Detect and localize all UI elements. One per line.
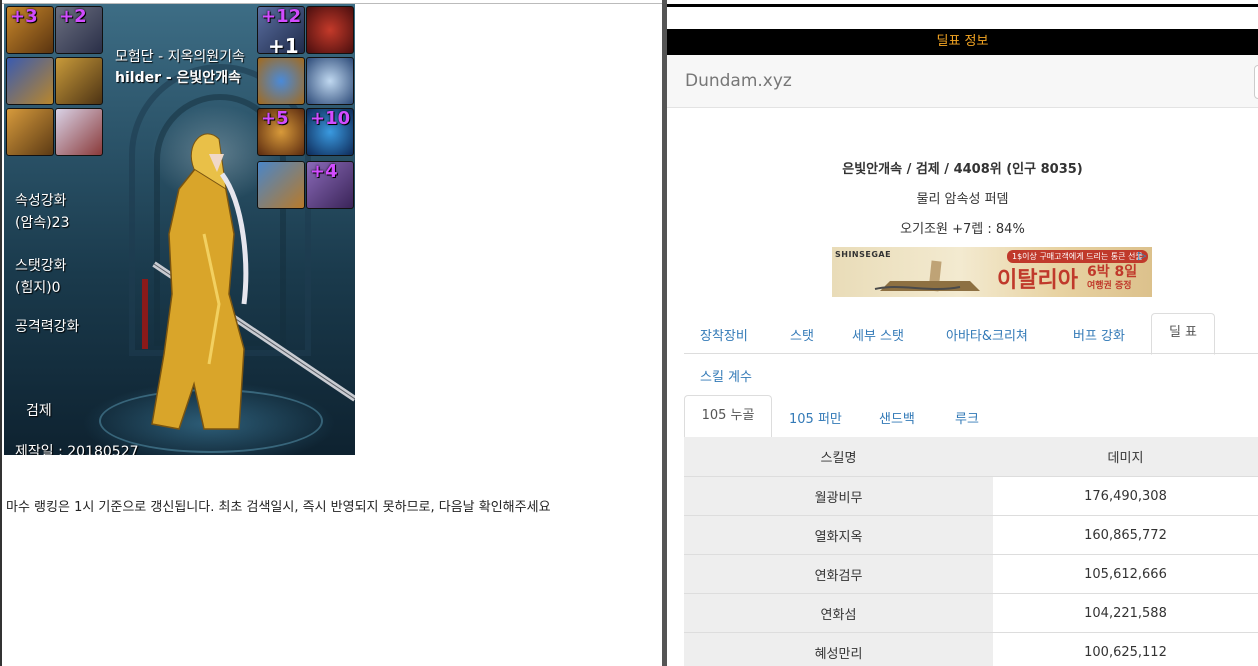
tab-detail-stat[interactable]: 세부 스탯 <box>852 325 904 344</box>
table-row: 혜성만리 100,625,112 <box>684 632 1258 666</box>
character-summary: 은빛안개속 / 검제 / 4408위 (인구 8035) <box>842 162 1083 177</box>
skill-name: 열화지옥 <box>684 515 993 555</box>
ad-brand: SHINSEGAE <box>835 250 892 259</box>
header-title: 딜표 정보 <box>667 29 1258 55</box>
skill-name: 연화섬 <box>684 593 993 633</box>
navbar-toggle-button[interactable] <box>1254 65 1258 99</box>
class-label: 검제 <box>26 403 52 419</box>
navbar: Dundam.xyz <box>667 55 1258 108</box>
ad-landmark-image <box>874 260 980 292</box>
skill-rate: 오기조원 +7렙 : 84% <box>900 222 1025 237</box>
skill-damage: 100,625,112 <box>993 632 1258 666</box>
subtab-sandbag[interactable]: 샌드백 <box>879 408 915 427</box>
guild-line: 모험단 - 지옥의원기속 <box>115 49 245 65</box>
stat-enhance-label: 스탯강화 <box>15 258 67 274</box>
skill-name: 혜성만리 <box>684 632 993 666</box>
table-row: 연화검무 105,612,666 <box>684 554 1258 594</box>
table-row: 월광비무 176,490,308 <box>684 476 1258 516</box>
column-header-skill: 스킬명 <box>684 437 993 477</box>
skill-name: 월광비무 <box>684 476 993 516</box>
tab-skill-coefficient[interactable]: 스킬 계수 <box>700 366 752 385</box>
skill-damage: 176,490,308 <box>993 476 1258 516</box>
damage-type: 물리 암속성 퍼뎀 <box>916 192 1009 207</box>
tab-avatar-creature[interactable]: 아바타&크리쳐 <box>946 325 1028 344</box>
table-row: 연화섬 104,221,588 <box>684 593 1258 633</box>
subtab-perman[interactable]: 105 퍼만 <box>789 408 842 427</box>
element-enhance-value: (암속)23 <box>15 215 70 231</box>
table-row: 열화지옥 160,865,772 <box>684 515 1258 555</box>
character-panel: +3 +2 +12 +5 +10 +4 +1 모험단 - 지옥의원기속 hild… <box>0 0 666 666</box>
character-name-line: hilder - 은빛안개속 <box>115 70 241 86</box>
tab-equipment[interactable]: 장착장비 <box>700 325 748 344</box>
top-bar <box>667 4 1258 7</box>
skill-damage: 104,221,588 <box>993 593 1258 633</box>
skill-name: 연화검무 <box>684 554 993 594</box>
character-card: +3 +2 +12 +5 +10 +4 +1 모험단 - 지옥의원기속 hild… <box>4 4 355 455</box>
brand-link[interactable]: Dundam.xyz <box>685 71 792 91</box>
attack-enhance-label: 공격력강화 <box>15 319 80 335</box>
created-date: 제작일 : 20180527 <box>15 444 139 455</box>
subtab-luke[interactable]: 루크 <box>955 408 979 427</box>
tab-stat[interactable]: 스탯 <box>790 325 814 344</box>
ad-headline: 이탈리아 <box>997 268 1078 293</box>
stat-enhance-value: (힘지)0 <box>15 280 61 296</box>
tab-damage-table[interactable]: 딜 표 <box>1151 313 1215 355</box>
element-enhance-label: 속성강화 <box>15 193 67 209</box>
ad-sub: 여행권 증정 <box>1087 281 1132 291</box>
ad-choices-icon[interactable]: ▷ <box>1138 249 1146 262</box>
tab-buff-enhance[interactable]: 버프 강화 <box>1073 325 1125 344</box>
damage-table: 스킬명 데미지 월광비무 176,490,308 열화지옥 160,865,77… <box>684 437 1258 666</box>
table-header-row: 스킬명 데미지 <box>684 437 1258 477</box>
subtab-nugol[interactable]: 105 누골 <box>684 395 772 439</box>
skill-damage: 160,865,772 <box>993 515 1258 555</box>
tab-divider <box>684 353 1258 354</box>
ad-banner[interactable]: SHINSEGAE 1$이상 구매고객에게 드리는 통큰 선물 이탈리아 6박 … <box>832 247 1152 297</box>
column-header-damage: 데미지 <box>993 437 1258 477</box>
skill-damage: 105,612,666 <box>993 554 1258 594</box>
ranking-notice: 마수 랭킹은 1시 기준으로 갱신됩니다. 최초 검색일시, 즉시 반영되지 못… <box>6 500 551 515</box>
dundam-panel: 딜표 정보 Dundam.xyz 은빛안개속 / 검제 / 4408위 (인구 … <box>667 0 1258 666</box>
